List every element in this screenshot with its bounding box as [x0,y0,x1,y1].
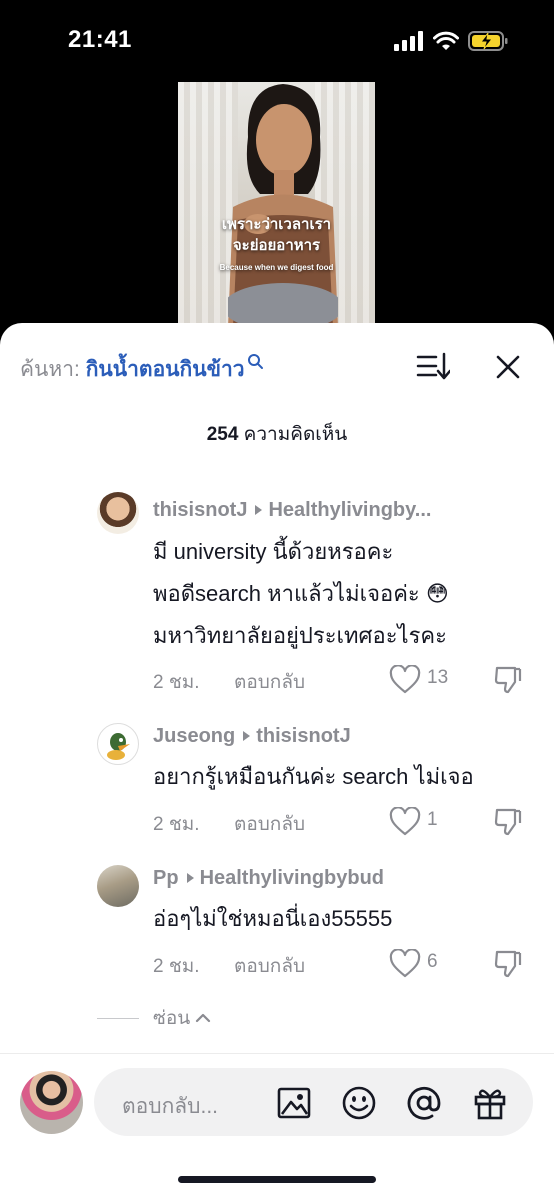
search-query[interactable]: กินน้ำตอนกินข้าว [86,358,245,381]
like-count: 6 [427,951,438,972]
video-caption-line1: เพราะว่าเวลาเรา [221,216,332,233]
chevron-up-icon [196,1013,211,1023]
reply-arrow-icon [255,504,263,515]
dislike-icon[interactable] [493,807,523,837]
comment-reply-to[interactable]: thisisnotJ [256,725,350,747]
video-caption-english: Because when we digest food [219,263,334,272]
avatar[interactable] [97,865,139,907]
comment-author[interactable]: Pp [153,867,179,889]
comments-panel: ค้นหา: กินน้ำตอนกินข้าว 254 ความคิดเห็น … [0,323,554,1199]
comment-header: Pp Healthylivingbybud [153,867,384,890]
comment-meta: 2 ชม. ตอบกลับ 1 [153,807,533,837]
comment-header: Juseong thisisnotJ [153,725,351,748]
like-count: 13 [427,667,449,688]
hide-replies-button[interactable]: ซ่อน [97,1003,212,1033]
comment-line: มี university นี้ด้วยหรอคะ [153,539,394,564]
video-person [228,84,338,327]
like-button[interactable]: 6 [389,949,479,979]
search-suggestion[interactable]: ค้นหา: กินน้ำตอนกินข้าว [20,353,264,386]
avatar[interactable] [97,492,139,534]
comment-time: 2 ชม. [153,956,200,977]
wifi-icon [433,31,459,50]
close-icon[interactable] [494,353,522,381]
video-caption-thai: เพราะว่าเวลาเรา จะย่อยอาหาร [178,214,375,256]
reply-button[interactable]: ตอบกลับ [234,667,305,697]
reply-button[interactable]: ตอบกลับ [234,951,305,981]
avatar-duck-icon [107,733,130,760]
sort-icon[interactable] [416,351,450,381]
comment-text: มี university นี้ด้วยหรอคะ พอดีsearch หา… [153,531,449,657]
mention-icon[interactable] [406,1085,442,1121]
comment-header: thisisnotJ Healthylivingby... [153,499,431,522]
image-icon[interactable] [276,1085,312,1121]
like-button[interactable]: 13 [389,665,479,695]
bottom-divider [0,1053,554,1054]
hide-divider [97,1017,139,1019]
hide-label: ซ่อน [153,1008,191,1029]
avatar[interactable] [97,723,139,765]
comment-line: อ่อๆไม่ใช่หมอนี่เอง55555 [153,906,393,931]
comment-line: พอดีsearch หาแล้วไม่เจอค่ะ 😳 [153,581,449,606]
signal-icon [394,31,423,51]
comment-author[interactable]: Juseong [153,725,235,747]
comment-reply-to[interactable]: Healthylivingbybud [200,867,384,889]
emoji-icon[interactable] [341,1085,377,1121]
heart-icon [389,949,421,978]
status-icons [394,30,508,52]
reply-button[interactable]: ตอบกลับ [234,809,305,839]
status-time: 21:41 [68,26,132,53]
comment-time: 2 ชม. [153,814,200,835]
reply-arrow-icon [186,872,194,883]
reply-input[interactable]: ตอบกลับ... [94,1068,533,1136]
comment-line: มหาวิทยาลัยอยู่ประเทศอะไรคะ [153,623,447,648]
status-bar: 21:41 [0,0,554,80]
video-caption-line2: จะย่อยอาหาร [232,237,321,254]
comment-count: 254 ความคิดเห็น [0,419,554,449]
like-count: 1 [427,809,438,830]
video-thumbnail[interactable]: เพราะว่าเวลาเรา จะย่อยอาหาร Because when… [178,82,375,327]
reply-arrow-icon [243,730,251,741]
heart-icon [389,665,421,694]
comment-text: อ่อๆไม่ใช่หมอนี่เอง55555 [153,898,392,940]
dislike-icon[interactable] [493,665,523,695]
dislike-icon[interactable] [493,949,523,979]
reply-placeholder: ตอบกลับ... [122,1095,218,1118]
like-button[interactable]: 1 [389,807,479,837]
search-prefix: ค้นหา: [20,358,86,381]
comment-author[interactable]: thisisnotJ [153,499,247,521]
comment-count-number: 254 [206,424,239,445]
comment-count-label: ความคิดเห็น [238,424,348,445]
comment-meta: 2 ชม. ตอบกลับ 6 [153,949,533,979]
comment-meta: 2 ชม. ตอบกลับ 13 [153,665,533,695]
comment-time: 2 ชม. [153,672,200,693]
comment-reply-to[interactable]: Healthylivingby... [268,499,431,521]
gift-icon[interactable] [472,1085,508,1121]
home-indicator [178,1176,376,1183]
battery-charging-icon [468,31,508,51]
heart-icon [389,807,421,836]
comment-text: อยากรู้เหมือนกันค่ะ search ไม่เจอ [153,756,474,798]
comment-line: อยากรู้เหมือนกันค่ะ search ไม่เจอ [153,764,474,789]
my-avatar[interactable] [20,1071,83,1134]
search-icon [247,354,263,369]
